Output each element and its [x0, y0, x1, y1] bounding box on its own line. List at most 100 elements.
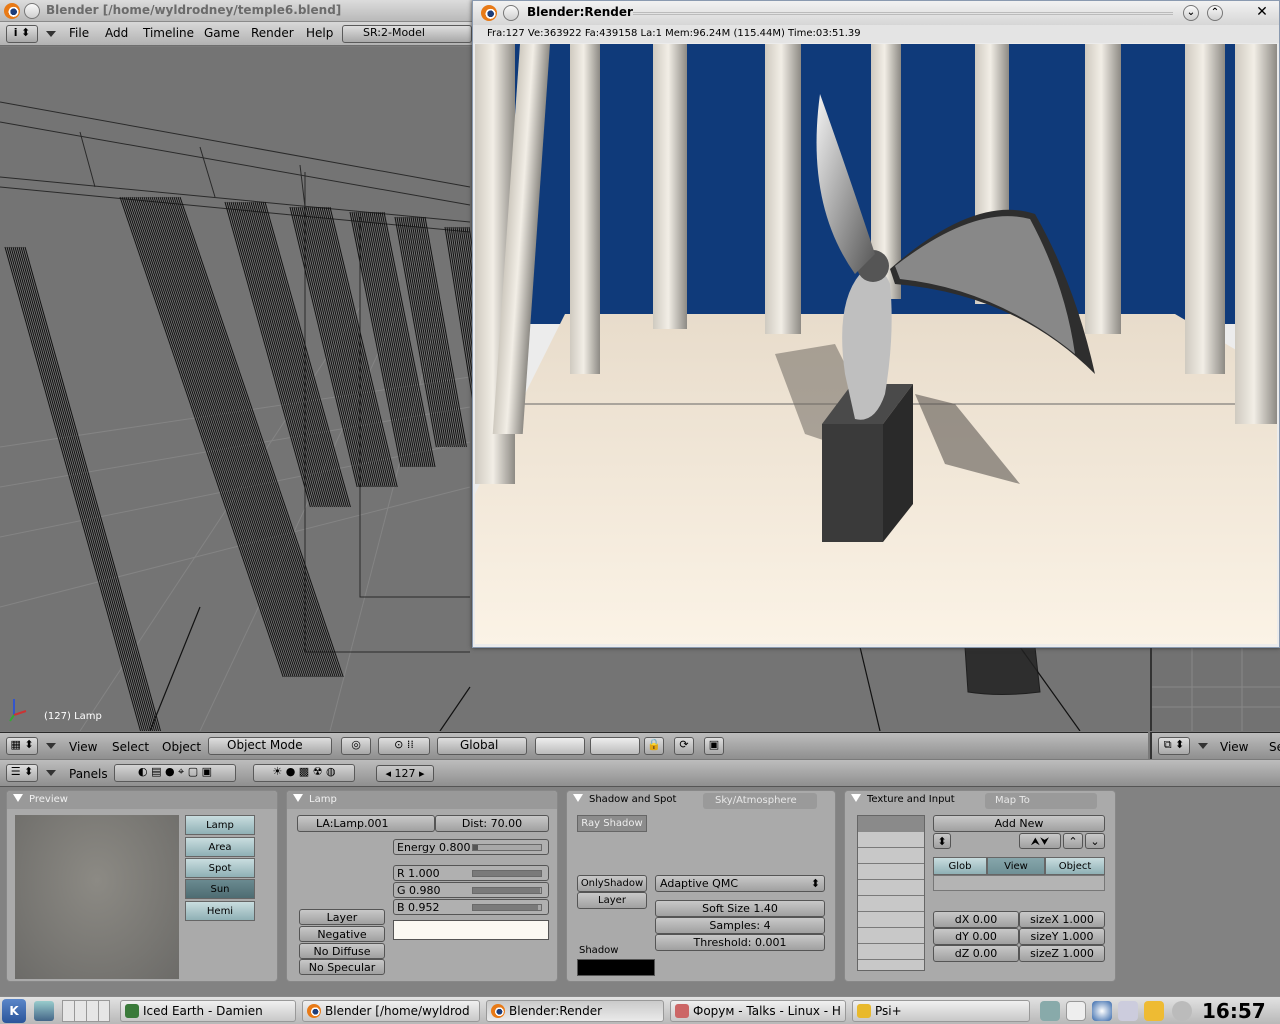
preview-panel-header[interactable]: Preview: [7, 791, 277, 809]
color-b-slider[interactable]: B 0.952: [393, 899, 549, 915]
context-buttons[interactable]: ◐ ▤ ● ⌖ ▢ ▣: [114, 764, 236, 782]
samples-field[interactable]: Samples: 4: [655, 917, 825, 934]
render-view-icon[interactable]: ▣: [704, 737, 724, 755]
task-blender-render[interactable]: Blender:Render: [486, 1000, 664, 1022]
secondary-menu-view[interactable]: View: [1220, 740, 1248, 754]
render-titlebar[interactable]: Blender:Render ⌄ ⌃ ✕: [473, 1, 1279, 25]
subcontext-buttons[interactable]: ☀ ● ▩ ☢ ◍: [253, 764, 355, 782]
screen-selector[interactable]: SR:2-Model: [342, 25, 472, 43]
network-icon[interactable]: [1092, 1001, 1112, 1021]
toggle-no-diffuse[interactable]: No Diffuse: [299, 943, 385, 959]
secondary-viewport[interactable]: [1150, 647, 1280, 731]
toggle-no-specular[interactable]: No Specular: [299, 959, 385, 975]
menu-add[interactable]: Add: [105, 26, 128, 40]
secondary-collapse-icon[interactable]: [1198, 743, 1208, 749]
menu-render[interactable]: Render: [251, 26, 294, 40]
color-g-slider[interactable]: G 0.980: [393, 882, 549, 898]
ray-shadow-toggle[interactable]: Ray Shadow: [577, 815, 647, 832]
menu-help[interactable]: Help: [306, 26, 333, 40]
size-y-field[interactable]: sizeY 1.000: [1019, 928, 1105, 945]
blender-logo-icon[interactable]: [4, 3, 20, 19]
lamp-type-hemi[interactable]: Hemi: [185, 901, 255, 921]
add-new-texture-button[interactable]: Add New: [933, 815, 1105, 832]
render-engine-icon[interactable]: ⟳: [674, 737, 694, 755]
layer-buttons-2[interactable]: [590, 737, 640, 755]
secondary-menu-truncated[interactable]: Se: [1269, 740, 1280, 754]
collapse-header-icon[interactable]: [46, 743, 56, 749]
minimize-icon[interactable]: ⌄: [1183, 5, 1199, 21]
render-window-menu-icon[interactable]: [503, 5, 519, 21]
move-down-icon[interactable]: ⌄: [1085, 833, 1105, 849]
texture-move-buttons[interactable]: ⮝⮟: [1019, 833, 1061, 849]
kde-menu-icon[interactable]: K: [2, 999, 26, 1023]
menu-select[interactable]: Select: [112, 740, 149, 754]
threshold-field[interactable]: Threshold: 0.001: [655, 934, 825, 951]
menu-object[interactable]: Object: [162, 740, 201, 754]
draw-type-button[interactable]: ◎: [341, 737, 371, 755]
menu-game[interactable]: Game: [204, 26, 240, 40]
object-name-field[interactable]: [933, 875, 1105, 891]
blender-window-title: Blender [/home/wyldrodney/temple6.blend]: [46, 3, 342, 17]
buttons-collapse-icon[interactable]: [46, 770, 56, 776]
lamp-type-spot[interactable]: Spot: [185, 858, 255, 878]
shadow-color-swatch[interactable]: [577, 959, 655, 976]
dist-field[interactable]: Dist: 70.00: [435, 815, 549, 832]
info-window-type-button[interactable]: i ⬍: [6, 25, 38, 43]
info-tray-icon[interactable]: [1172, 1001, 1192, 1021]
window-type-button[interactable]: ▦ ⬍: [6, 737, 38, 755]
secondary-window-type-button[interactable]: ⧉ ⬍: [1158, 737, 1190, 755]
layer-buttons-1[interactable]: [535, 737, 585, 755]
size-x-field[interactable]: sizeX 1.000: [1019, 911, 1105, 928]
menu-timeline[interactable]: Timeline: [143, 26, 194, 40]
lock-icon[interactable]: 🔒: [644, 737, 664, 755]
texture-channel-list[interactable]: [857, 815, 925, 971]
psi-tray-icon[interactable]: [1144, 1001, 1164, 1021]
collapse-menu-icon[interactable]: [46, 31, 56, 37]
desktop-icon[interactable]: [34, 1001, 54, 1021]
orientation-selector[interactable]: Global: [437, 737, 527, 755]
task-blender-main[interactable]: Blender [/home/wyldrod: [302, 1000, 480, 1022]
download-icon[interactable]: [1118, 1001, 1138, 1021]
coord-view[interactable]: View: [987, 857, 1045, 875]
coord-glob[interactable]: Glob: [933, 857, 987, 875]
lamp-type-area[interactable]: Area: [185, 837, 255, 857]
lamp-color-swatch[interactable]: [393, 920, 549, 940]
size-z-field[interactable]: sizeZ 1.000: [1019, 945, 1105, 962]
lamp-type-sun[interactable]: Sun: [185, 879, 255, 899]
menu-view[interactable]: View: [69, 740, 97, 754]
soft-size-field[interactable]: Soft Size 1.40: [655, 900, 825, 917]
tab-map-to[interactable]: Map To: [985, 793, 1097, 809]
frame-number-field[interactable]: ◂ 127 ▸: [376, 765, 434, 782]
pivot-button[interactable]: ⊙ ⁞⁞: [378, 737, 430, 755]
mode-selector[interactable]: Object Mode: [208, 737, 332, 755]
task-forum-browser[interactable]: Форум - Talks - Linux - H: [670, 1000, 846, 1022]
maximize-icon[interactable]: ⌃: [1207, 5, 1223, 21]
texture-browse-button[interactable]: ⬍: [933, 833, 951, 849]
offset-z-field[interactable]: dZ 0.00: [933, 945, 1019, 962]
tab-sky-atmosphere[interactable]: Sky/Atmosphere: [703, 793, 817, 809]
lamp-name-field[interactable]: LA:Lamp.001: [297, 815, 435, 832]
menu-file[interactable]: File: [69, 26, 89, 40]
task-psi[interactable]: Psi+: [852, 1000, 1030, 1022]
toggle-negative[interactable]: Negative: [299, 926, 385, 942]
offset-y-field[interactable]: dY 0.00: [933, 928, 1019, 945]
lamp-type-lamp[interactable]: Lamp: [185, 815, 255, 835]
color-r-slider[interactable]: R 1.000: [393, 865, 549, 881]
pager[interactable]: [62, 1000, 110, 1022]
energy-slider[interactable]: Energy 0.800: [393, 839, 549, 855]
window-menu-icon[interactable]: [24, 3, 40, 19]
buttons-window-type[interactable]: ☰ ⬍: [6, 764, 38, 782]
clipboard-icon[interactable]: [1066, 1001, 1086, 1021]
only-shadow-toggle[interactable]: OnlyShadow: [577, 875, 647, 892]
volume-icon[interactable]: [1040, 1001, 1060, 1021]
coord-object[interactable]: Object: [1045, 857, 1105, 875]
toggle-layer[interactable]: Layer: [299, 909, 385, 925]
task-iced-earth[interactable]: Iced Earth - Damien: [120, 1000, 296, 1022]
close-icon[interactable]: ✕: [1253, 4, 1271, 22]
offset-x-field[interactable]: dX 0.00: [933, 911, 1019, 928]
shadow-layer-toggle[interactable]: Layer: [577, 892, 647, 909]
lamp-panel-header[interactable]: Lamp: [287, 791, 557, 809]
sampling-method-select[interactable]: Adaptive QMC ⬍: [655, 875, 825, 892]
render-blender-logo-icon[interactable]: [481, 5, 497, 21]
move-up-icon[interactable]: ⌃: [1063, 833, 1083, 849]
